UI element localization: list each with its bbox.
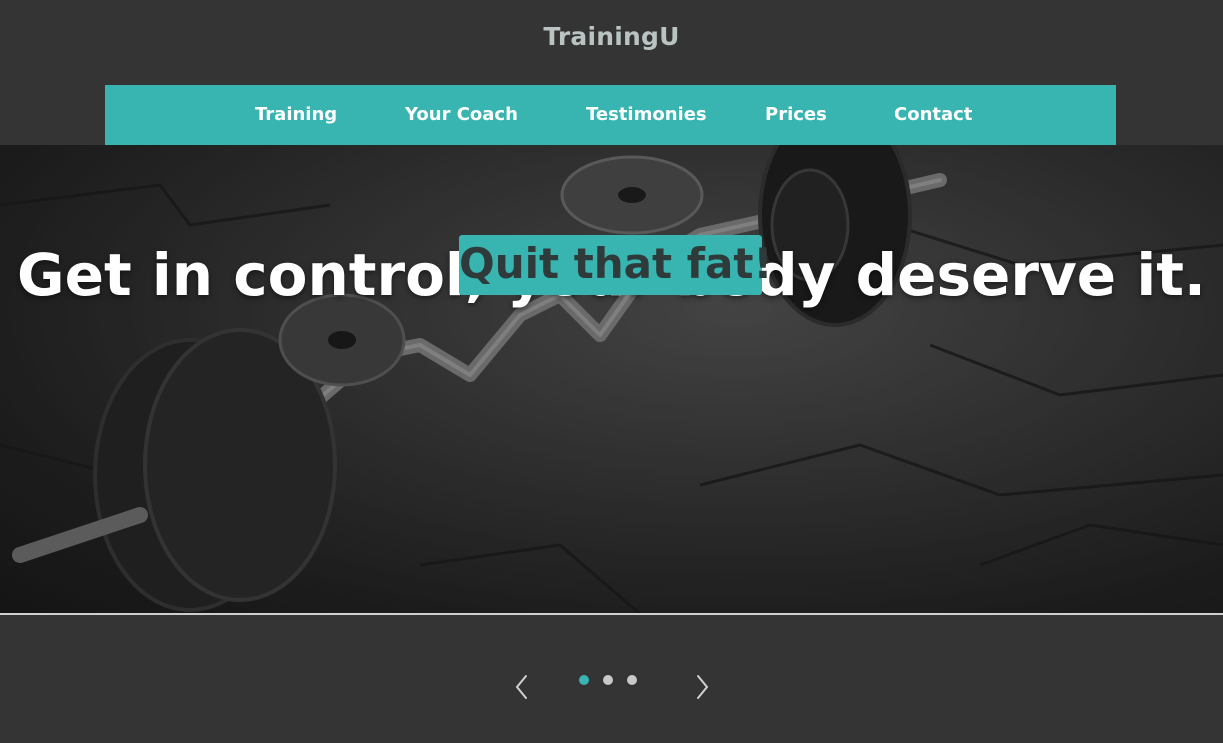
nav-item-contact[interactable]: Contact	[894, 85, 972, 145]
hero-divider	[0, 613, 1223, 615]
nav-item-prices[interactable]: Prices	[765, 85, 827, 145]
nav-item-testimonies[interactable]: Testimonies	[586, 85, 707, 145]
carousel-dot-3[interactable]	[627, 675, 637, 685]
carousel-controls	[0, 660, 1223, 710]
carousel-dot-2[interactable]	[603, 675, 613, 685]
quit-that-fat-button[interactable]: Quit that fat!	[459, 235, 773, 295]
brand-logo[interactable]: TrainingU	[0, 22, 1223, 51]
barbell-background-image	[0, 145, 1223, 614]
page: TrainingU Training Your Coach Testimonie…	[0, 0, 1223, 743]
chevron-right-icon[interactable]	[692, 672, 712, 702]
chevron-left-icon[interactable]	[512, 672, 532, 702]
nav-item-training[interactable]: Training	[255, 85, 337, 145]
main-navigation: Training Your Coach Testimonies Prices C…	[105, 85, 1116, 145]
carousel-dot-1[interactable]	[579, 675, 589, 685]
nav-item-your-coach[interactable]: Your Coach	[405, 85, 518, 145]
hero-banner: Get in control, your body deserve it.	[0, 145, 1223, 614]
